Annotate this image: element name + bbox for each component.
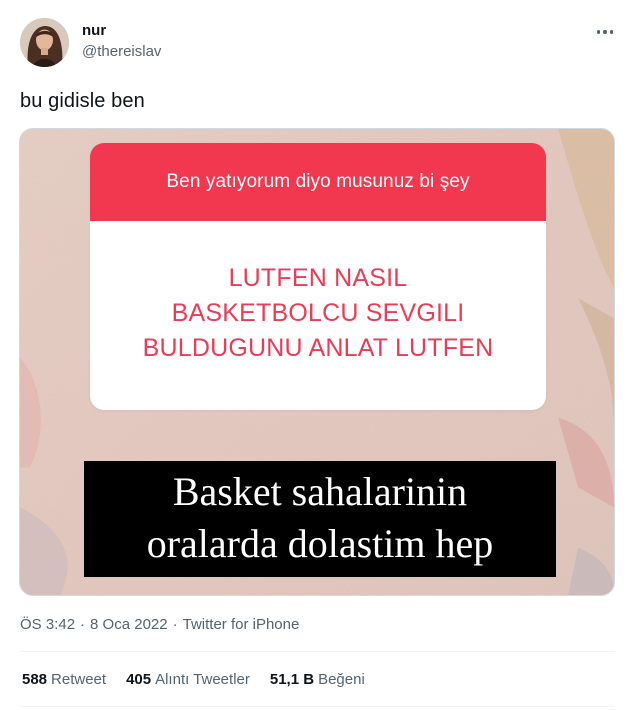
question-answer-line: BULDUGUNU ANLAT LUTFEN (142, 334, 494, 362)
question-answer: LUTFEN NASIL BASKETBOLCU SEVGILI BULDUGU… (90, 221, 546, 410)
divider (20, 706, 615, 707)
tweet-source[interactable]: Twitter for iPhone (183, 616, 300, 633)
quotes-label: Alıntı Tweetler (155, 671, 250, 688)
tweet-text: bu gidisle ben (20, 90, 145, 112)
tweet-time[interactable]: ÖS 3:42 (20, 616, 75, 633)
likes-label: Beğeni (318, 671, 365, 688)
avatar[interactable] (20, 18, 69, 67)
tweet-media-image[interactable]: Ben yatıyorum diyo musunuz bi şey LUTFEN… (19, 128, 615, 596)
more-options-icon[interactable] (593, 22, 617, 42)
tweet-container: nur @thereislav bu gidisle ben Ben yatıy… (0, 0, 635, 710)
caption-line: oralarda dolastim hep (146, 521, 494, 566)
retweets-stat[interactable]: 588 Retweet (22, 671, 106, 688)
tweet-timestamp: ÖS 3:42 · 8 Oca 2022 · Twitter for iPhon… (20, 616, 299, 633)
quotes-count: 405 (126, 671, 152, 688)
question-header: Ben yatıyorum diyo musunuz bi şey (90, 143, 546, 221)
question-answer-line: BASKETBOLCU SEVGILI (171, 299, 465, 327)
divider (20, 651, 615, 652)
tweet-date[interactable]: 8 Oca 2022 (90, 616, 168, 633)
quote-tweets-stat[interactable]: 405 Alıntı Tweetler (126, 671, 250, 688)
user-handle[interactable]: @thereislav (82, 43, 161, 60)
likes-count: 51,1 B (269, 671, 315, 688)
caption-line: Basket sahalarinin (172, 469, 468, 514)
question-answer-line: LUTFEN NASIL (228, 264, 408, 292)
tweet-stats: 588 Retweet 405 Alıntı Tweetler 51,1 B Beğe… (22, 671, 385, 688)
separator-dot: · (80, 616, 86, 633)
caption-overlay: Basket sahalarinin oralarda dolastim hep (84, 461, 556, 577)
retweets-count: 588 (22, 671, 48, 688)
retweets-label: Retweet (51, 671, 107, 688)
likes-stat[interactable]: 51,1 B Beğeni (270, 671, 365, 688)
user-display-name[interactable]: nur (82, 22, 106, 39)
question-sticker: Ben yatıyorum diyo musunuz bi şey LUTFEN… (90, 143, 546, 410)
separator-dot: · (172, 616, 178, 633)
